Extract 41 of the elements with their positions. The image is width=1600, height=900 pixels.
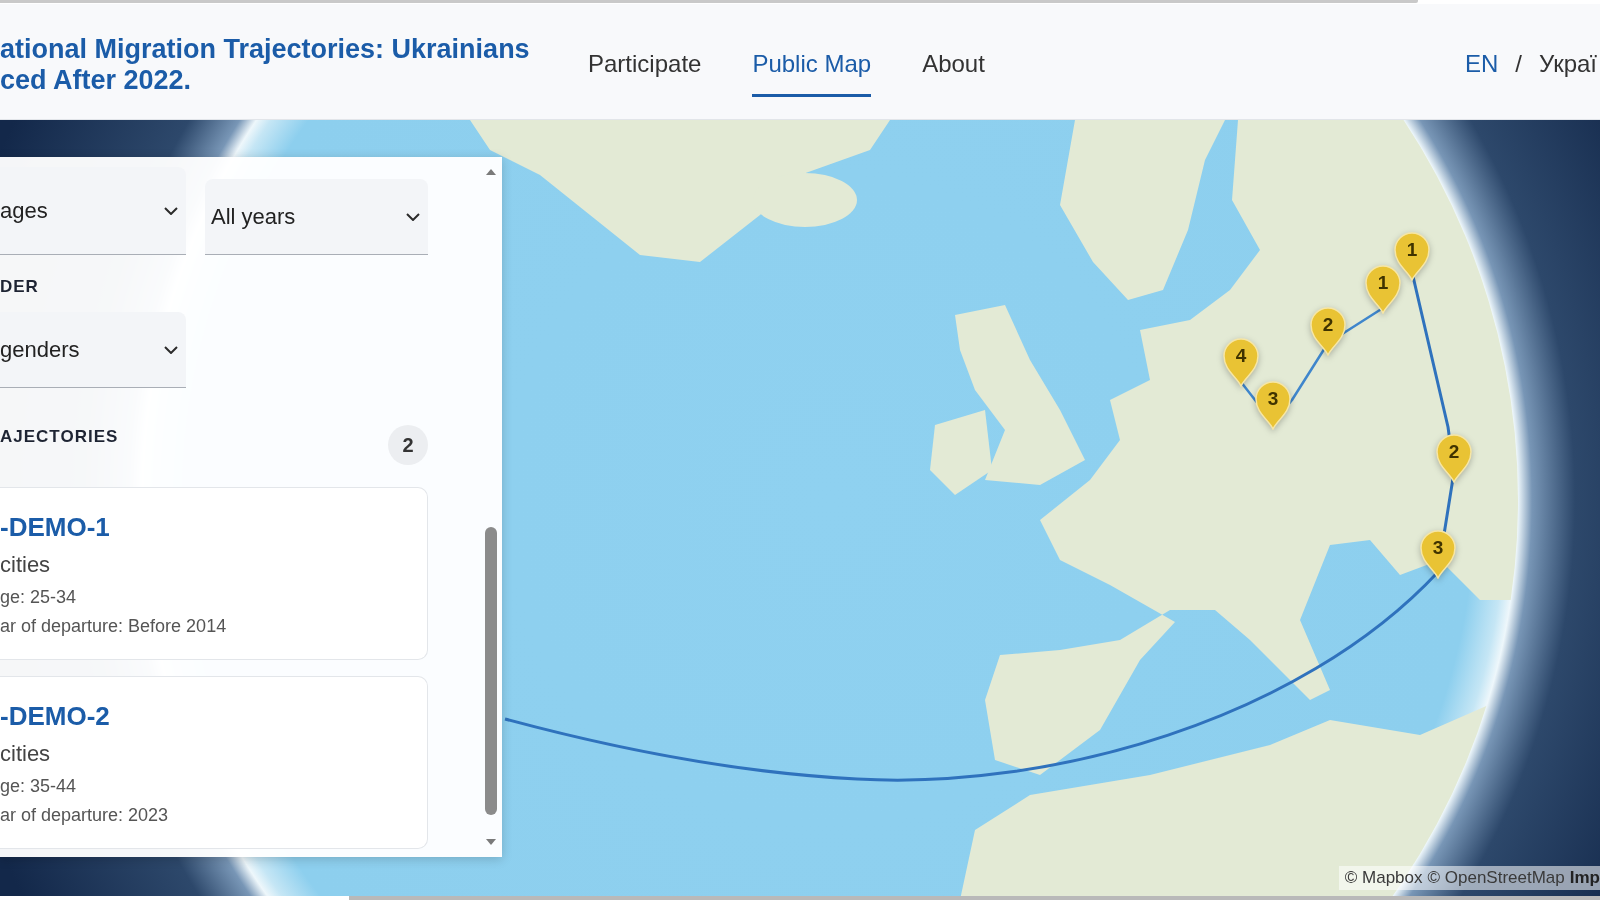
down-triangle-icon[interactable] <box>486 839 496 845</box>
language-separator: / <box>1515 50 1522 77</box>
map-pin[interactable]: 1 <box>1393 231 1431 281</box>
trajectory-title[interactable]: -DEMO-2 <box>0 700 110 732</box>
map-pin[interactable]: 1 <box>1364 264 1402 314</box>
map-pin[interactable]: 3 <box>1419 529 1457 579</box>
gender-select[interactable]: genders <box>0 312 186 388</box>
map-pin[interactable]: 4 <box>1222 337 1260 387</box>
attribution-link[interactable]: © OpenStreetMap <box>1427 868 1565 888</box>
up-triangle-icon[interactable] <box>486 169 496 175</box>
trajectories-label: AJECTORIES <box>0 426 119 448</box>
city-count-text: cities <box>0 740 51 768</box>
departure-select[interactable]: All years <box>205 179 428 255</box>
nav-tab[interactable]: Participate <box>588 40 702 97</box>
language-link[interactable]: Украї <box>1538 50 1597 77</box>
nav-tab[interactable]: About <box>922 40 985 97</box>
trajectory-card[interactable]: -DEMO-2 cities ge: 35-44 ar of departure: 2023 <box>0 676 428 849</box>
scrollbar-thumb[interactable] <box>485 527 497 815</box>
chevron-down-icon <box>406 212 420 221</box>
age-select[interactable]: ages <box>0 167 186 255</box>
improve-map-link[interactable]: Imp <box>1569 868 1600 888</box>
chevron-down-icon <box>164 206 178 215</box>
trajectory-title[interactable]: -DEMO-1 <box>0 511 110 543</box>
city-count-text: cities <box>0 551 51 579</box>
departure-year-text: ar of departure: Before 2014 <box>0 615 227 638</box>
nav-tab[interactable]: Public Map <box>752 40 872 97</box>
count-badge: 2 <box>388 425 428 465</box>
chevron-down-icon <box>164 345 178 354</box>
trajectory-card[interactable]: -DEMO-1 cities ge: 25-34 ar of departure: Before 2014 <box>0 487 428 660</box>
age-range-text: ge: 25-34 <box>0 586 77 609</box>
map-pin[interactable]: 2 <box>1435 433 1473 483</box>
scrollbar-thumb[interactable] <box>349 896 1600 900</box>
map-pin[interactable]: 2 <box>1309 306 1347 356</box>
departure-year-text: ar of departure: 2023 <box>0 804 169 827</box>
gender-label: DER <box>0 276 39 298</box>
map-pin[interactable]: 3 <box>1254 380 1292 430</box>
attribution-link[interactable]: © Mapbox <box>1344 868 1423 888</box>
age-range-text: ge: 35-44 <box>0 775 77 798</box>
site-title: ational Migration Trajectories: Ukrainians ced After 2022. <box>0 34 531 96</box>
language-link[interactable]: EN <box>1464 50 1499 77</box>
scrollbar-thumb[interactable] <box>0 0 1418 3</box>
